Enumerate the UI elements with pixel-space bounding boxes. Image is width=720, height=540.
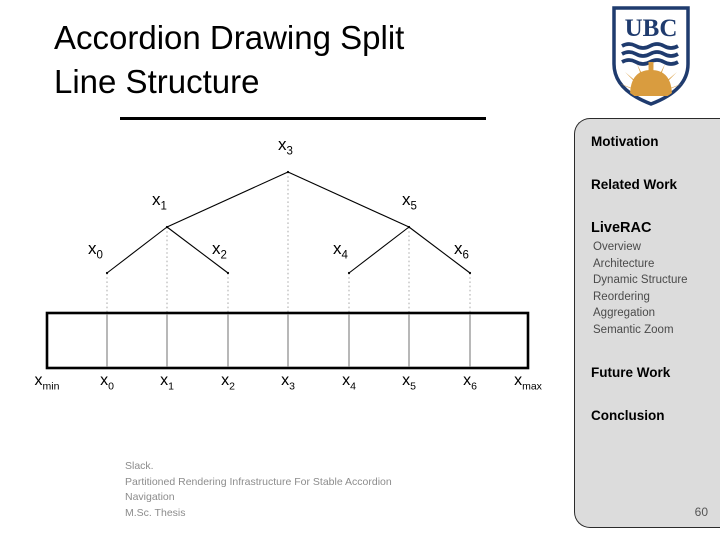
split-line-tree-diagram: x3 x1 x5 x0 x2 x4 x6 xmin x0 x1 x2 x3 x4 x5 x6 xmax xyxy=(0,128,560,398)
axis-label-x1: x1 xyxy=(160,372,174,392)
axis-label-x0: x0 xyxy=(100,372,114,392)
axis-label-xmax: xmax xyxy=(514,372,543,392)
axis-label-xmin: xmin xyxy=(35,372,60,392)
node-label-x3: x3 xyxy=(278,135,293,158)
axis-label-x4: x4 xyxy=(342,372,356,392)
tree-node-labels-group: x3 x1 x5 x0 x2 x4 x6 xyxy=(88,135,469,262)
title-underline-rule xyxy=(120,117,486,120)
node-marker-x1 xyxy=(165,225,169,229)
nav-subitem-reordering[interactable]: Reordering xyxy=(593,291,650,303)
page-title-line2: Line Structure xyxy=(54,63,260,100)
nav-subitem-aggregation[interactable]: Aggregation xyxy=(593,307,655,319)
node-marker-x4 xyxy=(347,271,351,275)
node-label-x0: x0 xyxy=(88,239,103,262)
caption-line-4: M.Sc. Thesis xyxy=(125,506,186,519)
page-title-line1: Accordion Drawing Split xyxy=(54,19,405,56)
page-number: 60 xyxy=(694,505,708,519)
nav-subitem-overview[interactable]: Overview xyxy=(593,241,641,253)
tree-edge-x1-x0 xyxy=(106,226,168,274)
node-label-x4: x4 xyxy=(333,239,349,262)
presentation-slide: Accordion Drawing Split Line Structure U… xyxy=(0,0,720,540)
axis-label-x3: x3 xyxy=(281,372,295,392)
node-marker-x0 xyxy=(105,271,109,275)
nav-item-conclusion[interactable]: Conclusion xyxy=(591,408,665,423)
drop-lines-group xyxy=(106,172,471,313)
ubc-wordmark-text: UBC xyxy=(625,15,678,42)
node-marker-x6 xyxy=(468,271,472,275)
nav-subitem-dynamic-structure[interactable]: Dynamic Structure xyxy=(593,274,688,286)
nav-subitem-architecture[interactable]: Architecture xyxy=(593,258,654,270)
axis-labels-group: xmin x0 x1 x2 x3 x4 x5 x6 xmax xyxy=(35,372,543,392)
node-marker-x3 xyxy=(286,170,290,174)
tree-edge-x5-x4 xyxy=(348,226,410,274)
nav-item-liverac[interactable]: LiveRAC xyxy=(591,220,651,236)
tree-edge-x3-x1 xyxy=(166,171,289,228)
node-label-x6: x6 xyxy=(454,239,469,262)
axis-label-x6: x6 xyxy=(463,372,477,392)
axis-label-x5: x5 xyxy=(402,372,416,392)
axis-label-x2: x2 xyxy=(221,372,235,392)
page-title: Accordion Drawing Split Line Structure xyxy=(54,16,554,104)
tree-edge-x3-x5 xyxy=(287,171,410,228)
node-marker-x5 xyxy=(407,225,411,229)
nav-item-motivation[interactable]: Motivation xyxy=(591,134,659,149)
node-marker-x2 xyxy=(226,271,230,275)
node-label-x1: x1 xyxy=(152,190,167,213)
node-label-x2: x2 xyxy=(212,239,227,262)
nav-item-related-work[interactable]: Related Work xyxy=(591,177,677,192)
caption-line-2: Partitioned Rendering Infrastructure For… xyxy=(125,475,392,488)
diagram-canvas: x3 x1 x5 x0 x2 x4 x6 xmin x0 x1 x2 x3 x4 x5 x6 xmax xyxy=(35,135,543,392)
nav-item-future-work[interactable]: Future Work xyxy=(591,365,670,380)
caption-line-3: Navigation xyxy=(125,491,175,503)
ubc-crest-logo: UBC xyxy=(608,4,694,108)
outline-navigation-panel: Motivation Related Work LiveRAC Overview… xyxy=(574,118,720,528)
citation-caption: Slack. Partitioned Rendering Infrastruct… xyxy=(125,459,475,521)
node-label-x5: x5 xyxy=(402,190,417,213)
caption-line-1: Slack. xyxy=(125,460,154,472)
nav-subitem-semantic-zoom[interactable]: Semantic Zoom xyxy=(593,324,674,336)
